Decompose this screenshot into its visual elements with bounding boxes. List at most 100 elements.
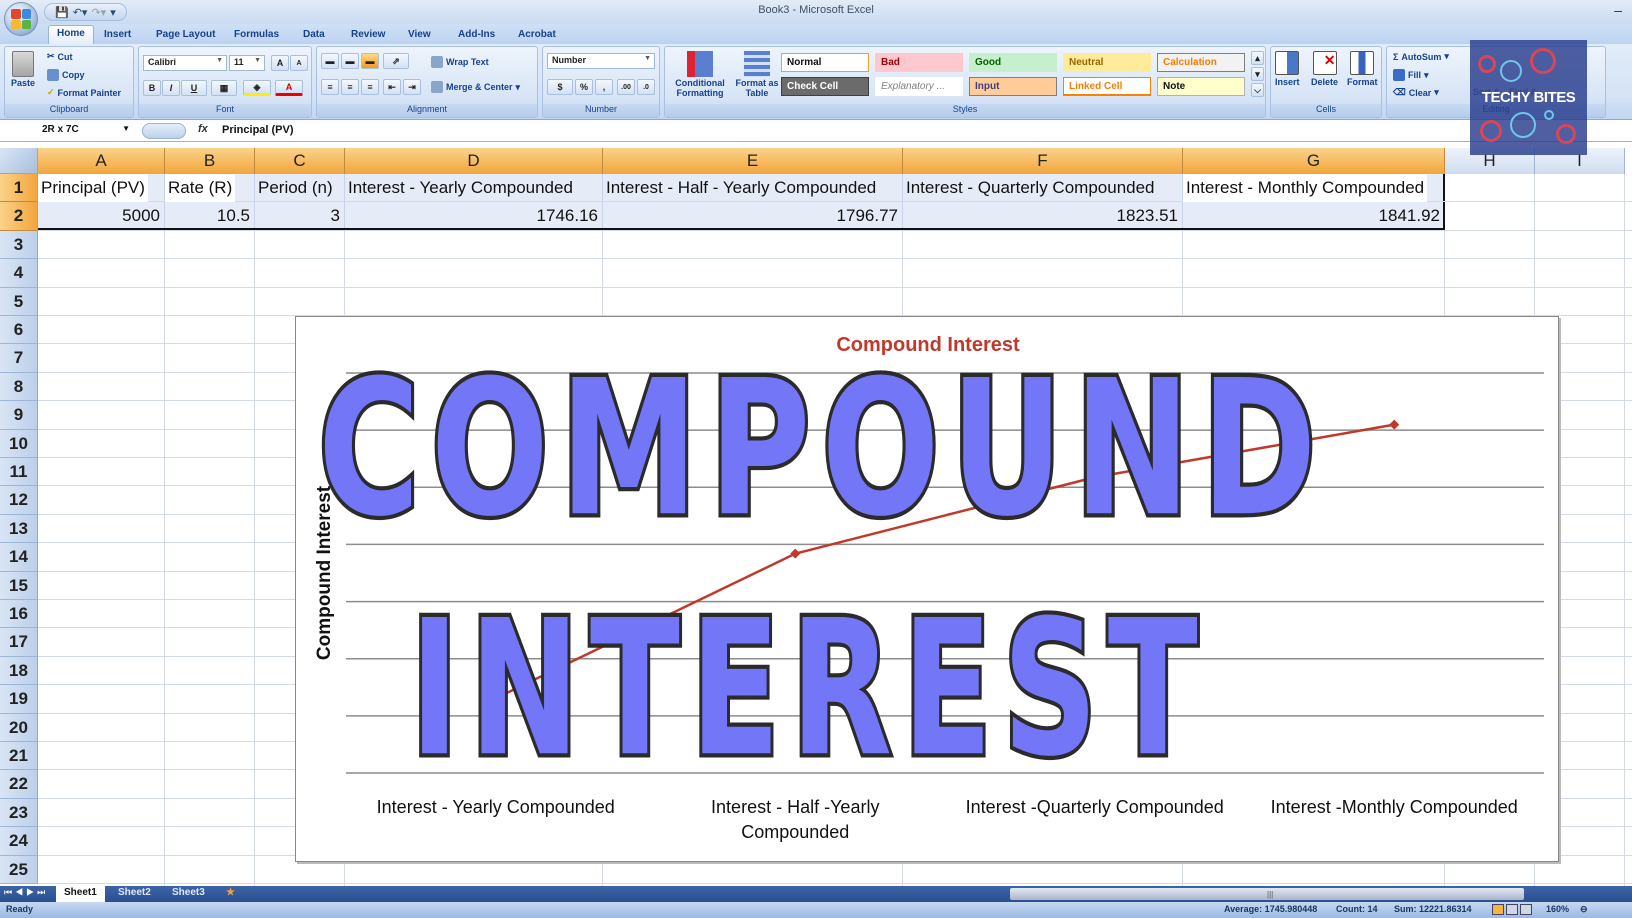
cell-style-linked-cell[interactable]: Linked Cell [1063, 77, 1151, 96]
horizontal-scrollbar[interactable]: ||| [1010, 888, 1524, 900]
column-header-d[interactable]: D [345, 148, 603, 174]
cell-style-note[interactable]: Note [1157, 77, 1245, 96]
insert-cells-button[interactable]: Insert [1275, 51, 1300, 87]
cell-style-check-cell[interactable]: Check Cell [781, 77, 869, 96]
align-left-button[interactable]: ≡ [321, 79, 339, 95]
undo-icon[interactable]: ↶▾ [73, 6, 88, 19]
row-header-6[interactable]: 6 [0, 316, 38, 345]
tab-insert[interactable]: Insert [96, 27, 139, 42]
row-header-19[interactable]: 19 [0, 685, 38, 714]
gallery-scroll-up[interactable]: ▴ [1251, 51, 1264, 65]
tab-review[interactable]: Review [343, 27, 393, 42]
normal-view-button[interactable] [1492, 904, 1504, 915]
shrink-font-button[interactable]: A [290, 55, 308, 71]
grow-font-button[interactable]: A [271, 55, 289, 71]
comma-button[interactable]: , [595, 79, 613, 95]
row-header-16[interactable]: 16 [0, 600, 38, 629]
sheet-tab-sheet2[interactable]: Sheet2 [110, 886, 159, 902]
row-header-15[interactable]: 15 [0, 571, 38, 600]
clear-button[interactable]: ⌫ Clear ▾ [1393, 87, 1439, 98]
tab-data[interactable]: Data [295, 27, 333, 42]
column-header-b[interactable]: B [165, 148, 255, 174]
currency-button[interactable]: $ [547, 79, 573, 95]
customize-icon[interactable]: ▾ [110, 6, 116, 19]
row-header-3[interactable]: 3 [0, 230, 38, 260]
sheet-tab-sheet3[interactable]: Sheet3 [164, 886, 213, 902]
decrease-indent-button[interactable]: ⇤ [383, 79, 401, 95]
row-header-8[interactable]: 8 [0, 372, 38, 402]
formula-bar-splitter[interactable] [142, 123, 186, 139]
align-middle-button[interactable]: ▬ [341, 53, 359, 69]
increase-decimal-button[interactable]: .00 [617, 79, 635, 95]
copy-button[interactable]: Copy [47, 69, 85, 81]
cell-a1[interactable]: Principal (PV) [38, 174, 148, 202]
row-header-17[interactable]: 17 [0, 628, 38, 657]
cell-style-explanatory[interactable]: Explanatory ... [875, 77, 963, 96]
conditional-formatting-button[interactable]: Conditional Formatting [669, 51, 731, 98]
cell-g2[interactable]: 1841.92 [1183, 202, 1443, 230]
save-icon[interactable]: 💾 [55, 6, 69, 19]
row-header-10[interactable]: 10 [0, 429, 38, 458]
row-header-4[interactable]: 4 [0, 259, 38, 288]
decrease-decimal-button[interactable]: .0 [637, 79, 655, 95]
format-painter-button[interactable]: ✓ Format Painter [47, 87, 121, 98]
autosum-button[interactable]: Σ AutoSum ▾ [1393, 51, 1449, 62]
wrap-text-button[interactable]: Wrap Text [431, 56, 489, 68]
percent-button[interactable]: % [575, 79, 593, 95]
cell-f1[interactable]: Interest - Quarterly Compounded [903, 174, 1158, 202]
cell-c2[interactable]: 3 [255, 202, 343, 230]
italic-button[interactable]: I [162, 80, 180, 96]
office-button[interactable] [4, 2, 38, 36]
orientation-button[interactable]: ⇗ [383, 53, 409, 69]
delete-cells-button[interactable]: ✕ Delete [1311, 51, 1338, 87]
tab-view[interactable]: View [400, 27, 439, 42]
row-header-18[interactable]: 18 [0, 656, 38, 686]
row-header-1[interactable]: 1 [0, 174, 38, 203]
cell-style-input[interactable]: Input [969, 77, 1057, 96]
align-center-button[interactable]: ≡ [341, 79, 359, 95]
number-format-select[interactable]: Number ▼ [547, 53, 655, 69]
cell-style-good[interactable]: Good [969, 53, 1057, 72]
column-header-g[interactable]: G [1183, 148, 1445, 174]
tab-add-ins[interactable]: Add-Ins [450, 27, 503, 42]
cell-b1[interactable]: Rate (R) [165, 174, 236, 202]
sheet-tab-sheet1[interactable]: Sheet1 [56, 886, 105, 902]
tab-home[interactable]: Home [48, 25, 94, 45]
row-header-9[interactable]: 9 [0, 401, 38, 430]
zoom-out-icon[interactable]: ⊖ [1580, 904, 1588, 915]
cell-style-normal[interactable]: Normal [781, 53, 869, 72]
bold-button[interactable]: B [143, 80, 161, 96]
cell-e1[interactable]: Interest - Half - Yearly Compounded [603, 174, 879, 202]
fill-button[interactable]: Fill ▾ [1393, 69, 1429, 81]
insert-sheet-icon[interactable]: ★ [218, 886, 243, 902]
align-top-button[interactable]: ▬ [321, 53, 339, 69]
underline-button[interactable]: U [181, 80, 207, 96]
cut-button[interactable]: ✂ Cut [47, 51, 73, 62]
row-header-25[interactable]: 25 [0, 855, 38, 884]
font-size-select[interactable]: 11 ▼ [229, 55, 265, 71]
fill-color-button[interactable]: ◈ [243, 80, 271, 96]
row-header-20[interactable]: 20 [0, 713, 38, 742]
align-bottom-button[interactable]: ▬ [361, 53, 379, 69]
align-right-button[interactable]: ≡ [361, 79, 379, 95]
row-header-24[interactable]: 24 [0, 827, 38, 856]
paste-button[interactable]: Paste [11, 51, 35, 88]
row-header-22[interactable]: 22 [0, 770, 38, 799]
cell-b2[interactable]: 10.5 [165, 202, 253, 230]
row-header-2[interactable]: 2 [0, 202, 38, 231]
row-header-13[interactable]: 13 [0, 514, 38, 544]
column-header-f[interactable]: F [903, 148, 1183, 174]
cell-style-calculation[interactable]: Calculation [1157, 53, 1245, 72]
cell-style-neutral[interactable]: Neutral [1063, 53, 1151, 72]
gallery-more[interactable]: ⌵ [1251, 83, 1264, 97]
row-header-21[interactable]: 21 [0, 742, 38, 771]
column-header-e[interactable]: E [603, 148, 903, 174]
font-color-button[interactable]: A [275, 80, 303, 96]
row-header-11[interactable]: 11 [0, 458, 38, 487]
tab-formulas[interactable]: Formulas [226, 27, 287, 42]
column-header-a[interactable]: A [38, 148, 165, 174]
borders-button[interactable]: ▦ [211, 80, 237, 96]
page-break-view-button[interactable] [1520, 904, 1532, 915]
tab-page-layout[interactable]: Page Layout [148, 27, 223, 42]
cell-style-bad[interactable]: Bad [875, 53, 963, 72]
